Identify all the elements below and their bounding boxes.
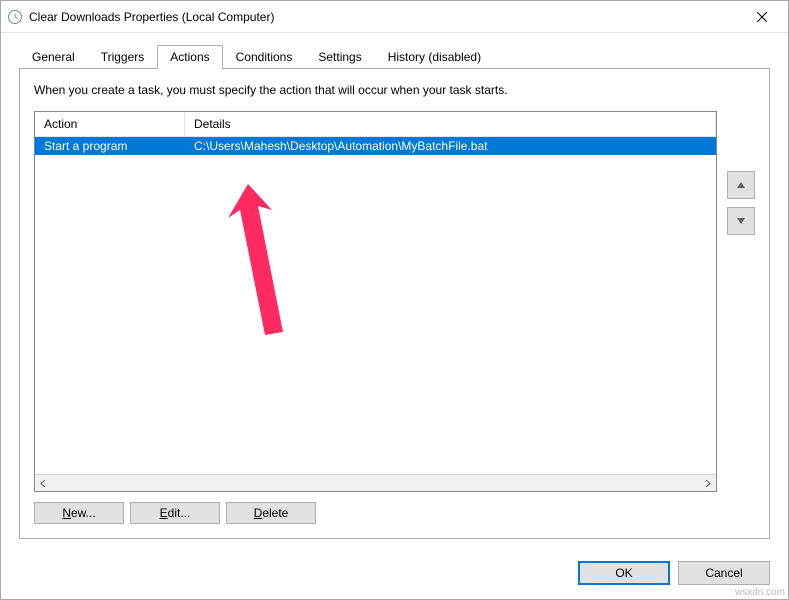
ok-button[interactable]: OK	[578, 561, 670, 585]
window-title: Clear Downloads Properties (Local Comput…	[29, 10, 742, 24]
delete-button[interactable]: Delete	[226, 502, 316, 524]
chevron-left-icon	[40, 480, 47, 487]
tab-history[interactable]: History (disabled)	[375, 45, 494, 69]
col-header-details[interactable]: Details	[185, 112, 716, 136]
actions-list[interactable]: Action Details Start a program C:\Users\…	[34, 111, 717, 492]
list-body: Start a program C:\Users\Mahesh\Desktop\…	[35, 137, 716, 474]
edit-button[interactable]: Edit...	[130, 502, 220, 524]
chevron-right-icon	[704, 480, 711, 487]
properties-window: Clear Downloads Properties (Local Comput…	[0, 0, 789, 600]
order-buttons	[727, 111, 755, 492]
tab-general[interactable]: General	[19, 45, 88, 69]
actions-panel: When you create a task, you must specify…	[19, 68, 770, 539]
move-up-button[interactable]	[727, 171, 755, 199]
actions-list-container: Action Details Start a program C:\Users\…	[34, 111, 755, 492]
scroll-right-button[interactable]	[699, 475, 716, 491]
close-icon	[757, 12, 767, 22]
action-buttons-row: New... Edit... Delete	[34, 502, 755, 524]
tab-settings[interactable]: Settings	[305, 45, 374, 69]
triangle-up-icon	[737, 182, 745, 188]
tab-actions[interactable]: Actions	[157, 45, 222, 69]
tab-triggers[interactable]: Triggers	[88, 45, 158, 69]
close-button[interactable]	[742, 3, 782, 31]
new-button[interactable]: New...	[34, 502, 124, 524]
titlebar: Clear Downloads Properties (Local Comput…	[1, 1, 788, 33]
scroll-left-button[interactable]	[35, 475, 52, 491]
scroll-track[interactable]	[52, 475, 699, 491]
table-row[interactable]: Start a program C:\Users\Mahesh\Desktop\…	[35, 137, 716, 155]
cell-details: C:\Users\Mahesh\Desktop\Automation\MyBat…	[185, 137, 716, 155]
cell-action: Start a program	[35, 137, 185, 155]
col-header-action[interactable]: Action	[35, 112, 185, 136]
panel-description: When you create a task, you must specify…	[34, 83, 755, 97]
watermark: wsxdn.com	[735, 587, 785, 598]
list-header: Action Details	[35, 112, 716, 137]
tab-conditions[interactable]: Conditions	[223, 45, 306, 69]
horizontal-scrollbar[interactable]	[35, 474, 716, 491]
tab-strip: General Triggers Actions Conditions Sett…	[1, 33, 788, 69]
cancel-button[interactable]: Cancel	[678, 561, 770, 585]
triangle-down-icon	[737, 218, 745, 224]
dialog-buttons: OK Cancel	[1, 551, 788, 599]
move-down-button[interactable]	[727, 207, 755, 235]
clock-icon	[7, 9, 23, 25]
